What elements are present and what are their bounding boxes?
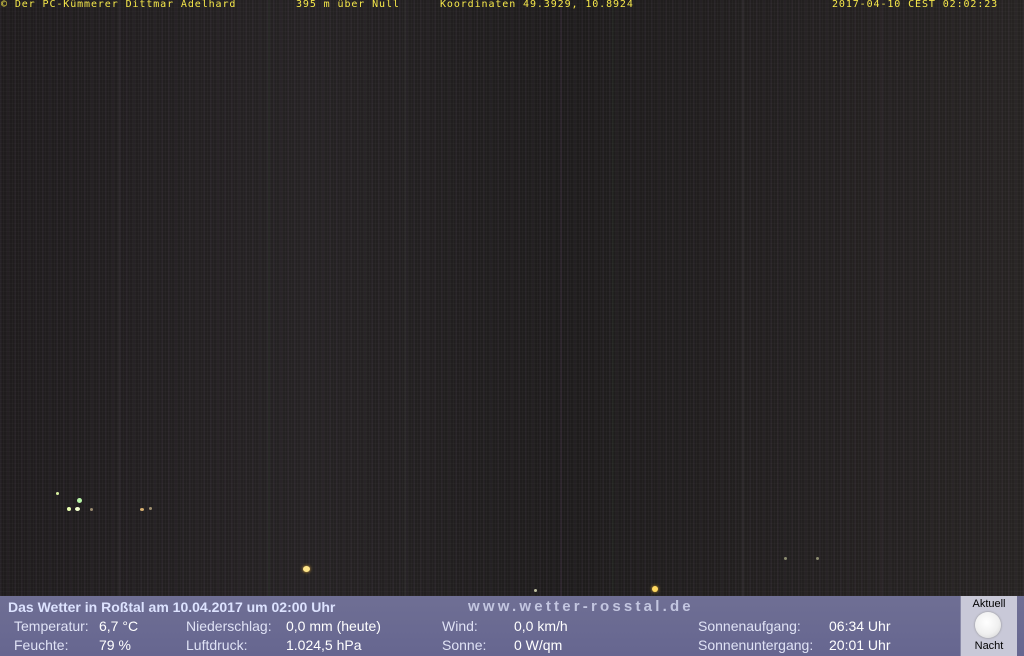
copyright-text: © Der PC-Kümmerer Dittmar Adelhard bbox=[1, 0, 237, 10]
pressure-label: Luftdruck: bbox=[186, 637, 248, 653]
precipitation-label: Niederschlag: bbox=[186, 618, 272, 634]
moon-bottom-label: Nacht bbox=[974, 640, 1004, 652]
distant-light bbox=[534, 589, 537, 592]
sunset-label: Sonnenuntergang: bbox=[698, 637, 814, 653]
distant-light bbox=[784, 557, 787, 560]
sun-value: 0 W/qm bbox=[514, 637, 563, 653]
noise-stripe bbox=[268, 0, 270, 596]
weather-title: Das Wetter in Roßtal am 10.04.2017 um 02… bbox=[8, 599, 336, 615]
distant-light bbox=[303, 566, 310, 572]
distant-light bbox=[816, 557, 819, 560]
noise-stripe bbox=[404, 0, 406, 596]
temperature-label: Temperatur: bbox=[14, 618, 89, 634]
camera-overlay-header: © Der PC-Kümmerer Dittmar Adelhard 395 m… bbox=[0, 0, 1024, 11]
sun-label: Sonne: bbox=[442, 637, 487, 653]
distant-light bbox=[140, 508, 144, 511]
distant-light bbox=[149, 507, 152, 510]
distant-light bbox=[90, 508, 93, 511]
noise-stripe bbox=[880, 0, 882, 596]
webcam-image bbox=[0, 0, 1024, 596]
temperature-value: 6,7 °C bbox=[99, 618, 139, 634]
sunset-value: 20:01 Uhr bbox=[829, 637, 891, 653]
website-url: www.wetter-rosstal.de bbox=[468, 598, 694, 615]
moon-phase-box: Aktuell Nacht bbox=[960, 596, 1017, 656]
distant-light bbox=[77, 498, 82, 503]
wind-value: 0,0 km/h bbox=[514, 618, 568, 634]
distant-light bbox=[56, 492, 59, 495]
moon-top-label: Aktuell bbox=[972, 598, 1006, 610]
coordinates-text: Koordinaten 49.3929, 10.8924 bbox=[440, 0, 634, 10]
precipitation-value: 0,0 mm (heute) bbox=[286, 618, 381, 634]
distant-light bbox=[652, 586, 658, 592]
altitude-text: 395 m über Null bbox=[296, 0, 400, 10]
timestamp-text: 2017-04-10 CEST 02:02:23 bbox=[832, 0, 999, 10]
noise-stripe bbox=[560, 0, 562, 596]
noise-stripe bbox=[742, 0, 744, 596]
wind-label: Wind: bbox=[442, 618, 478, 634]
sunrise-value: 06:34 Uhr bbox=[829, 618, 891, 634]
sunrise-label: Sonnenaufgang: bbox=[698, 618, 801, 634]
pressure-value: 1.024,5 hPa bbox=[286, 637, 362, 653]
distant-light bbox=[75, 507, 80, 511]
distant-light bbox=[67, 507, 71, 511]
humidity-label: Feuchte: bbox=[14, 637, 69, 653]
humidity-value: 79 % bbox=[99, 637, 131, 653]
noise-stripe bbox=[118, 0, 120, 596]
full-moon-icon bbox=[975, 612, 1001, 638]
weather-panel: Das Wetter in Roßtal am 10.04.2017 um 02… bbox=[0, 596, 1024, 656]
noise-stripe bbox=[612, 0, 614, 596]
